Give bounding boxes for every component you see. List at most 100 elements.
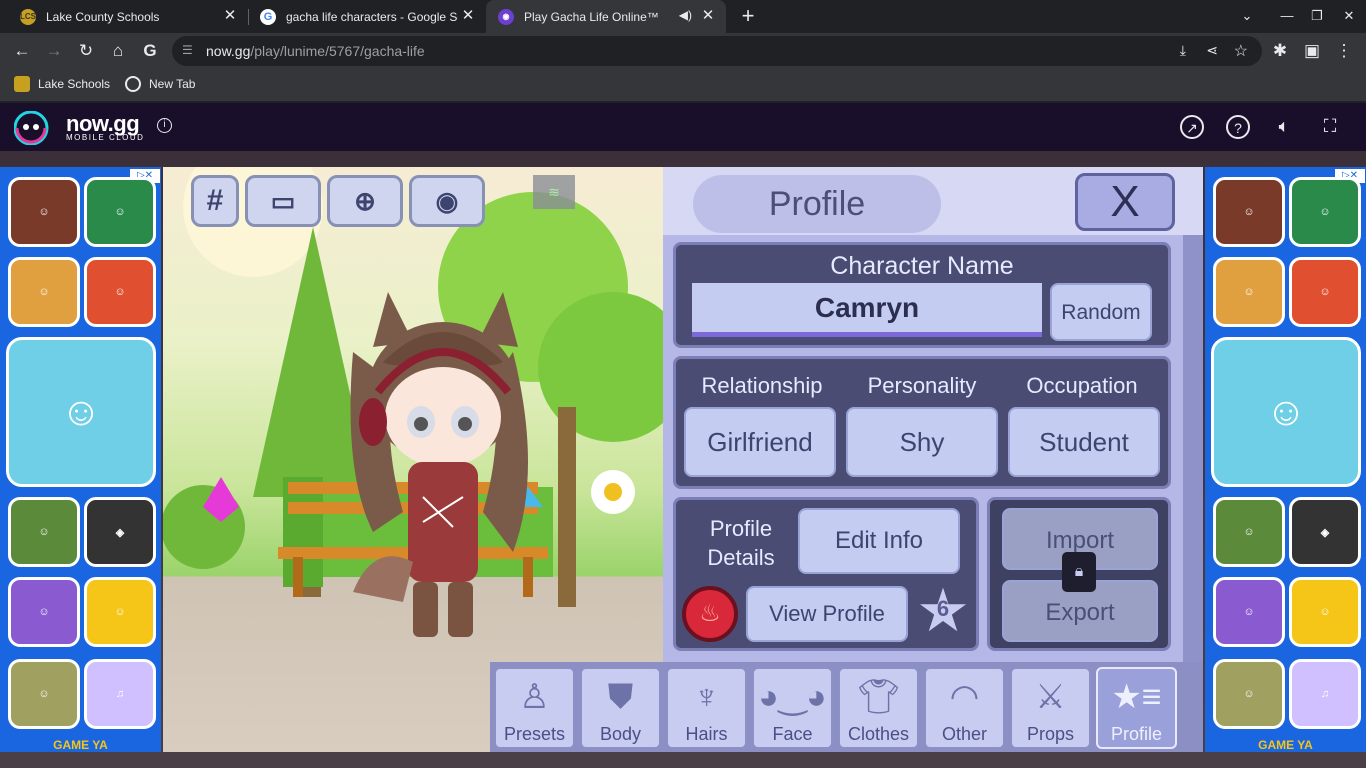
close-icon[interactable]: ✕: [222, 8, 238, 24]
background-button[interactable]: ▭: [245, 175, 321, 227]
ad-game-tile[interactable]: ☺: [84, 577, 156, 647]
star-bookmark-icon[interactable]: ☆: [1234, 41, 1248, 61]
ad-game-tile[interactable]: ☺: [8, 577, 80, 647]
tab-title: Lake County Schools: [46, 9, 160, 24]
tab-label: Other: [941, 724, 988, 744]
ad-game-tile[interactable]: ☺: [1213, 177, 1285, 247]
profile-panel-header: Profile X: [663, 167, 1203, 235]
bookmark-lake-schools[interactable]: Lake Schools: [14, 76, 110, 92]
left-ad-panel[interactable]: ▷✕ ☺ ☺ ☺ ☺ ☺ ☺ ◈ ☺ ☺ ☺ ♫ GAME YA: [0, 167, 161, 752]
tab-clothes[interactable]: 👕︎ Clothes: [838, 667, 919, 749]
url-text: now.gg/play/lunime/5767/gacha-life: [206, 43, 425, 59]
tab-presets[interactable]: ♙ Presets: [494, 667, 575, 749]
tshirt-icon: 👕︎: [856, 678, 901, 716]
tab-other[interactable]: ◠ Other: [924, 667, 1005, 749]
site-info-icon[interactable]: ☰: [182, 43, 198, 59]
volume-icon[interactable]: 🔈︎: [1272, 115, 1296, 139]
bookmarks-bar: Lake Schools New Tab: [0, 69, 1366, 102]
ad-footer-text: GAME YA: [53, 738, 108, 752]
bookmark-label: Lake Schools: [38, 77, 111, 91]
panel-scrollbar[interactable]: [1183, 235, 1203, 662]
profile-details-label: Profile Details: [707, 516, 775, 570]
view-profile-button[interactable]: View Profile: [746, 586, 908, 642]
help-icon[interactable]: ?: [1226, 115, 1250, 139]
ad-game-tile[interactable]: ☺: [1289, 577, 1361, 647]
right-ad-panel[interactable]: ▷✕ ☺ ☺ ☺ ☺ ☺ ☺ ◈ ☺ ☺ ☺ ♫ GAME YA: [1205, 167, 1366, 752]
ad-game-tile[interactable]: ☺: [8, 257, 80, 327]
bookmark-new-tab[interactable]: New Tab: [125, 76, 195, 92]
google-lens-icon[interactable]: G: [138, 39, 162, 63]
window-close-icon[interactable]: ✕: [1338, 6, 1360, 26]
ad-game-tile[interactable]: ☺: [1289, 257, 1361, 327]
zoom-in-icon: ⊕: [354, 185, 376, 216]
tab-label: Presets: [503, 724, 566, 744]
ad-game-tile[interactable]: ☺: [84, 177, 156, 247]
fullscreen-icon[interactable]: ⛶: [1318, 115, 1342, 139]
close-icon[interactable]: ✕: [700, 8, 716, 24]
fire-icon[interactable]: ♨: [682, 586, 738, 642]
menu-kebab-icon[interactable]: ⋮: [1332, 39, 1356, 63]
back-arrow-icon[interactable]: ←: [10, 39, 34, 63]
tab-label: Hairs: [685, 724, 728, 744]
tab-title: Play Gacha Life Online™: [524, 9, 659, 24]
ad-game-tile[interactable]: ◈: [84, 497, 156, 567]
ad-game-tile[interactable]: ♫: [84, 659, 156, 729]
ad-game-tile[interactable]: ☺: [8, 497, 80, 567]
personality-select-button[interactable]: Shy: [846, 407, 998, 477]
relationship-select-button[interactable]: Girlfriend: [684, 407, 836, 477]
tab-gacha-life[interactable]: ◉ Play Gacha Life Online™ ◀) ✕: [486, 0, 726, 33]
character-name-label: Character Name: [830, 252, 1014, 280]
sword-icon: ⚔: [1035, 678, 1066, 716]
close-profile-button[interactable]: X: [1075, 173, 1175, 231]
ad-game-tile[interactable]: ☺: [8, 177, 80, 247]
ad-game-tile[interactable]: ☺: [84, 257, 156, 327]
performance-icon[interactable]: ↗: [1180, 115, 1204, 139]
game-canvas[interactable]: # ▭ ⊕ ◉ ≋ Profile X Character Name Camry…: [163, 167, 1203, 752]
nowgg-logo-icon[interactable]: [14, 111, 58, 145]
speaker-icon[interactable]: ◀): [679, 8, 692, 22]
preview-button[interactable]: ◉: [409, 175, 485, 227]
ad-game-tile[interactable]: ☺: [1289, 177, 1361, 247]
ad-game-tile[interactable]: ☺: [1213, 577, 1285, 647]
chevron-down-icon[interactable]: ⌄: [1236, 6, 1258, 26]
ad-game-tile[interactable]: ☺: [1213, 257, 1285, 327]
gacha-character[interactable]: [313, 272, 573, 652]
character-name-input[interactable]: Camryn: [692, 283, 1042, 337]
restore-icon[interactable]: ❐: [1306, 6, 1328, 26]
nowgg-icon: ◉: [498, 8, 514, 25]
info-icon[interactable]: i: [157, 118, 172, 133]
tab-hairs[interactable]: ♆ Hairs: [666, 667, 747, 749]
reload-icon[interactable]: ↻: [74, 39, 98, 63]
occupation-select-button[interactable]: Student: [1008, 407, 1160, 477]
ad-game-tile[interactable]: ☺: [1211, 337, 1361, 487]
side-panel-icon[interactable]: ▣: [1300, 39, 1324, 63]
tab-label: Profile: [1110, 724, 1163, 744]
tab-google-search[interactable]: G gacha life characters - Google Se ✕: [248, 0, 486, 33]
ad-game-tile[interactable]: ☺: [1213, 659, 1285, 729]
ad-game-tile[interactable]: ◈: [1289, 497, 1361, 567]
ad-game-tile[interactable]: ♫: [1289, 659, 1361, 729]
tab-profile[interactable]: ★≡ Profile: [1096, 667, 1177, 749]
forward-arrow-icon[interactable]: →: [42, 39, 66, 63]
tab-body[interactable]: ⛊ Body: [580, 667, 661, 749]
minimize-icon[interactable]: —: [1276, 6, 1298, 26]
random-name-button[interactable]: Random: [1050, 283, 1152, 341]
extensions-icon[interactable]: ✱: [1268, 39, 1292, 63]
zoom-button[interactable]: ⊕: [327, 175, 403, 227]
tab-lake-county-schools[interactable]: LCS Lake County Schools ✕: [8, 0, 248, 33]
install-icon[interactable]: ⤓: [1180, 42, 1186, 59]
address-bar[interactable]: ☰ now.gg/play/lunime/5767/gacha-life ⤓ ⋖…: [172, 36, 1262, 66]
new-tab-plus-icon[interactable]: +: [737, 5, 759, 28]
home-icon[interactable]: ⌂: [106, 39, 130, 63]
tab-face[interactable]: ◕‿◕ Face: [752, 667, 833, 749]
ad-game-tile[interactable]: ☺: [6, 337, 156, 487]
tab-label: Face: [772, 724, 813, 744]
share-icon[interactable]: ⋖: [1206, 42, 1218, 59]
grid-toggle-button[interactable]: #: [191, 175, 239, 227]
ad-game-tile[interactable]: ☺: [8, 659, 80, 729]
tab-props[interactable]: ⚔ Props: [1010, 667, 1091, 749]
edit-info-button[interactable]: Edit Info: [798, 508, 960, 574]
ad-game-tile[interactable]: ☺: [1213, 497, 1285, 567]
image-icon: ▭: [270, 185, 296, 216]
close-icon[interactable]: ✕: [460, 8, 476, 24]
